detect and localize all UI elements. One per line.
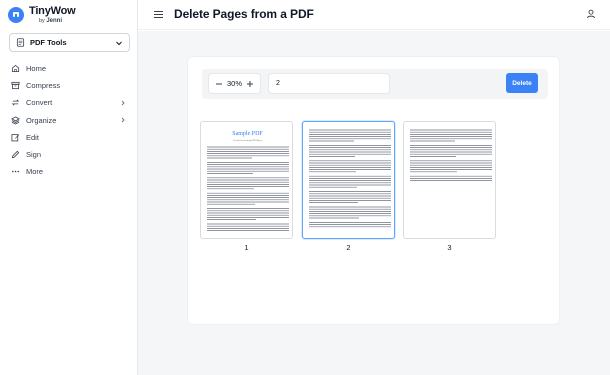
page-preview: Sample PDF Created for testing PDFObject <box>207 131 289 231</box>
layers-icon <box>11 116 20 125</box>
page-number: 1 <box>244 243 249 252</box>
zoom-in-button[interactable] <box>246 79 255 88</box>
zoom-control: 30% <box>208 73 261 94</box>
convert-icon <box>11 99 20 106</box>
logo-mark-icon <box>8 7 24 24</box>
pdf-tools-dropdown[interactable]: PDF Tools <box>9 33 130 52</box>
home-icon <box>11 64 20 73</box>
sidebar-nav: Home Compress Convert Organize Edit Sign… <box>0 60 137 180</box>
brand-byline: by Jenni <box>39 18 63 24</box>
page-thumbnail-2[interactable] <box>302 121 395 239</box>
brand-name: TinyWow <box>29 5 76 17</box>
sidebar-item-label: Organize <box>26 115 57 125</box>
editor-toolbar: 30% Delete <box>202 69 548 99</box>
text-lines <box>207 146 289 231</box>
sidebar: TinyWow by Jenni PDF Tools Home Compress… <box>0 0 138 375</box>
sidebar-item-more[interactable]: More <box>0 163 137 180</box>
more-icon <box>11 170 20 173</box>
user-icon[interactable] <box>586 9 596 19</box>
page-thumbnail-3[interactable] <box>403 121 496 239</box>
page-preview <box>309 129 391 228</box>
delete-button[interactable]: Delete <box>506 73 538 93</box>
minus-icon <box>215 83 222 84</box>
page-subheading: Created for testing PDFObject <box>233 139 262 142</box>
pen-icon <box>11 150 20 159</box>
archive-icon <box>11 82 20 90</box>
text-lines <box>410 129 492 181</box>
page-number: 3 <box>447 243 452 252</box>
zoom-out-button[interactable] <box>214 79 223 88</box>
edit-icon <box>11 134 20 142</box>
sidebar-item-label: Sign <box>26 150 42 160</box>
document-icon <box>16 38 25 47</box>
sidebar-item-label: Home <box>26 64 47 74</box>
page-title: Delete Pages from a PDF <box>174 7 314 21</box>
top-header: Delete Pages from a PDF <box>138 0 610 30</box>
main-content: 30% Delete Sample PDF Created for testin… <box>138 31 610 375</box>
page-thumbnail-1[interactable]: Sample PDF Created for testing PDFObject <box>200 121 293 239</box>
sidebar-item-compress[interactable]: Compress <box>0 77 137 94</box>
page-preview <box>410 129 492 181</box>
page-heading: Sample PDF <box>232 131 263 137</box>
logo[interactable]: TinyWow by Jenni <box>8 5 76 25</box>
sidebar-item-label: More <box>26 167 44 177</box>
pages-to-delete-input[interactable] <box>268 73 390 94</box>
pdf-tools-label: PDF Tools <box>30 38 67 47</box>
plus-icon <box>247 80 254 87</box>
sidebar-item-home[interactable]: Home <box>0 60 137 77</box>
zoom-level: 30% <box>226 79 242 88</box>
sidebar-item-organize[interactable]: Organize <box>0 112 137 129</box>
chevron-right-icon <box>121 100 125 106</box>
chevron-down-icon <box>116 41 122 45</box>
sidebar-item-label: Compress <box>26 81 61 91</box>
hamburger-menu-icon[interactable] <box>153 9 164 20</box>
sidebar-item-sign[interactable]: Sign <box>0 146 137 163</box>
pdf-editor-card: 30% Delete Sample PDF Created for testin… <box>187 56 560 325</box>
sidebar-item-label: Edit <box>26 132 39 142</box>
sidebar-item-label: Convert <box>26 98 53 108</box>
sidebar-item-convert[interactable]: Convert <box>0 94 137 111</box>
sidebar-item-edit[interactable]: Edit <box>0 129 137 146</box>
text-lines <box>309 129 391 228</box>
page-number: 2 <box>346 243 351 252</box>
chevron-right-icon <box>121 117 125 123</box>
